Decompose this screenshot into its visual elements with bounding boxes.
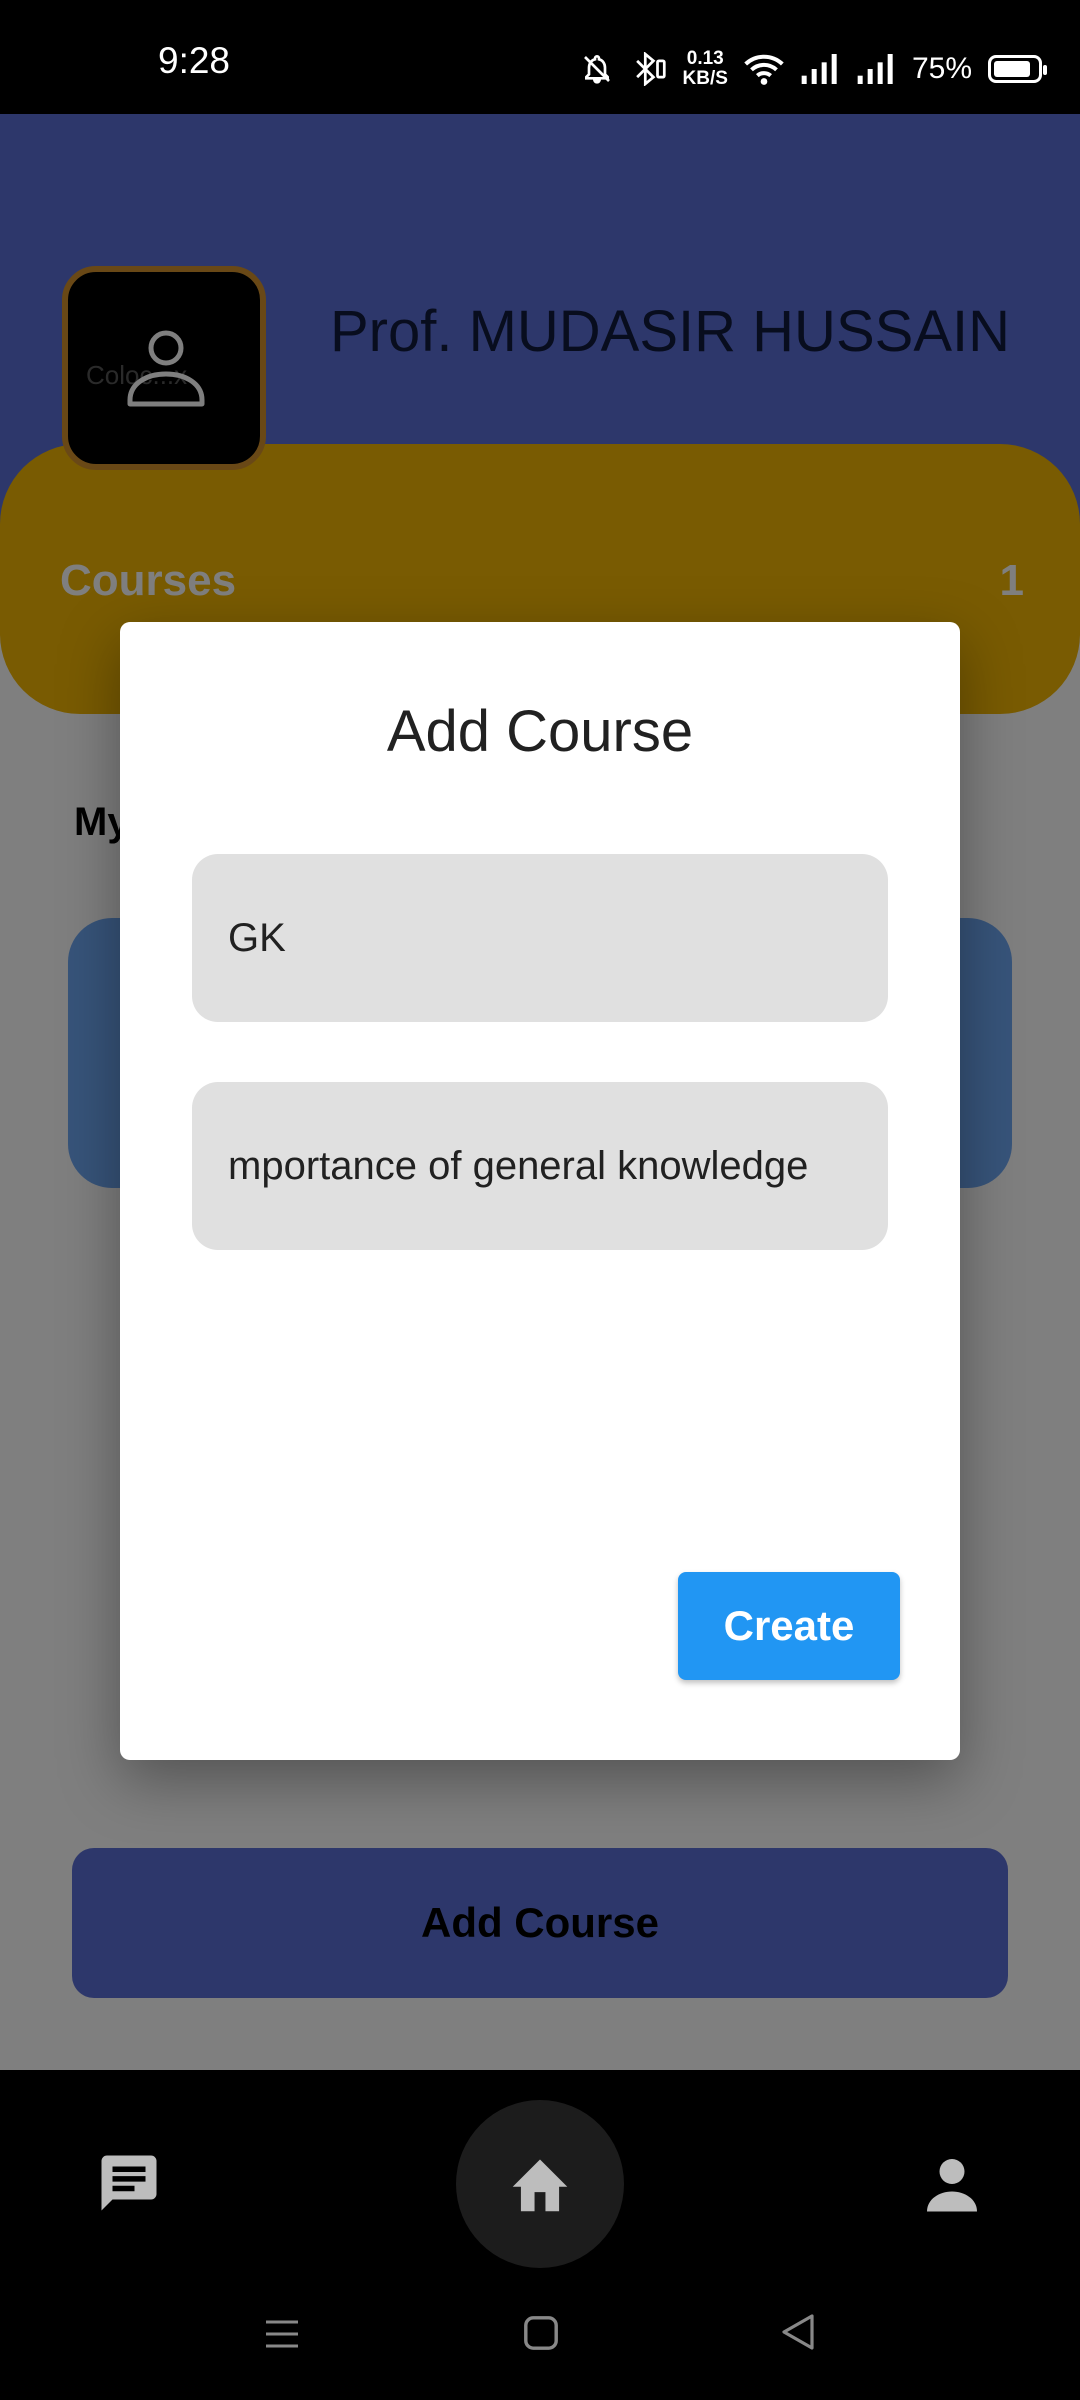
home-nav-button[interactable] (456, 2100, 624, 2268)
battery-percent: 75% (911, 52, 972, 85)
wifi-icon (744, 54, 784, 85)
course-description-input[interactable] (192, 1082, 888, 1250)
course-description-field-container (192, 1082, 888, 1250)
speed-unit: KB/S (682, 68, 728, 89)
battery-icon (988, 55, 1047, 83)
menu-icon[interactable] (262, 2314, 302, 2354)
add-course-dialog: Add Course Create (120, 622, 960, 1760)
course-name-input[interactable] (192, 854, 888, 1022)
square-home-icon[interactable] (522, 2314, 560, 2352)
network-speed: 0.13 KB/S (683, 49, 728, 89)
bluetooth-icon (635, 52, 666, 86)
bell-off-icon (583, 55, 610, 84)
create-label: Create (723, 1602, 855, 1649)
status-bar: 9:28 0.13 KB/S 75% (0, 0, 1080, 114)
profile-icon[interactable] (922, 2156, 982, 2212)
status-icons: 0.13 KB/S 75% (581, 44, 1047, 94)
home-icon (512, 2159, 568, 2212)
chat-icon[interactable] (96, 2150, 162, 2216)
dialog-title: Add Course (386, 699, 694, 764)
create-button[interactable]: Create (678, 1572, 900, 1680)
status-time: 9:28 (158, 40, 231, 81)
speed-value: 0.13 (686, 48, 724, 69)
back-icon[interactable] (778, 2312, 818, 2352)
course-name-field-container (192, 854, 888, 1022)
signal-icon (857, 54, 893, 84)
signal-icon (801, 54, 837, 84)
